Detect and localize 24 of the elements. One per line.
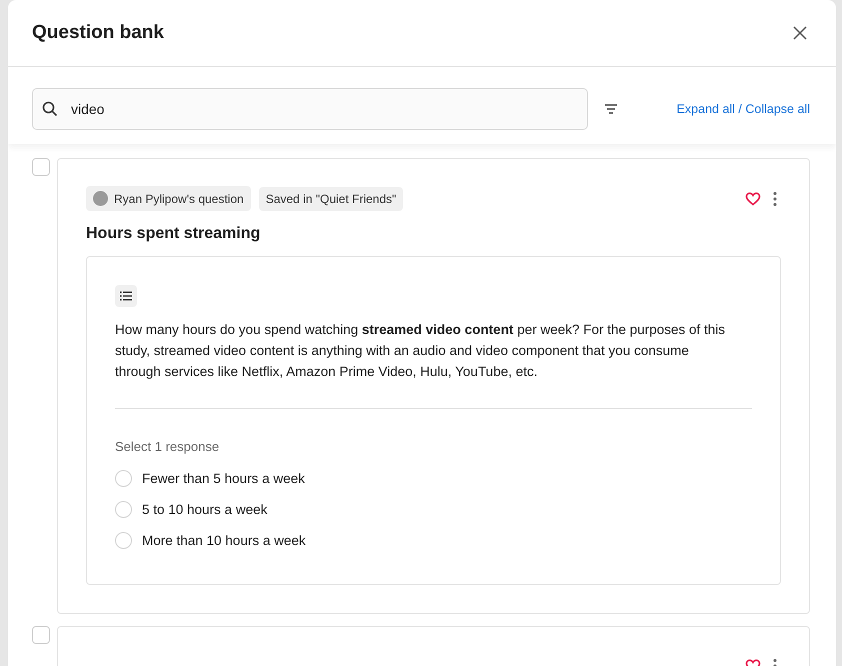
answer-option[interactable]: 5 to 10 hours a week (115, 494, 752, 525)
question-text: How many hours do you spend watching streamed video content per week? For the purposes of this study, streamed video content is anything with an audio and video component that you consume through services like Netflix, Amazon Prime Video, Hulu, YouTube, etc. (115, 321, 726, 381)
search-icon (42, 101, 58, 117)
select-checkbox[interactable] (32, 626, 50, 644)
answer-option[interactable]: Fewer than 5 hours a week (115, 463, 752, 494)
answer-option[interactable]: More than 10 hours a week (115, 525, 752, 556)
expand-collapse-link[interactable]: Expand all / Collapse all (676, 102, 810, 116)
option-label: More than 10 hours a week (142, 533, 306, 548)
heart-icon[interactable] (745, 192, 761, 206)
radio-button[interactable] (115, 470, 132, 487)
dialog-title: Question bank (32, 22, 164, 44)
option-label: 5 to 10 hours a week (142, 502, 268, 517)
radio-button[interactable] (115, 532, 132, 549)
saved-tag: Saved in "Quiet Friends" (258, 186, 404, 210)
radio-button[interactable] (115, 501, 132, 518)
select-checkbox[interactable] (32, 158, 50, 176)
list-icon (115, 285, 137, 307)
response-hint: Select 1 response (115, 439, 220, 454)
question-title: Hours spent streaming (86, 225, 262, 243)
option-label: Fewer than 5 hours a week (142, 471, 305, 486)
filter-icon (604, 103, 618, 115)
close-icon (792, 25, 808, 41)
search-field[interactable]: video (32, 88, 588, 130)
author-tag: Ryan Pylipow's question (86, 186, 251, 211)
